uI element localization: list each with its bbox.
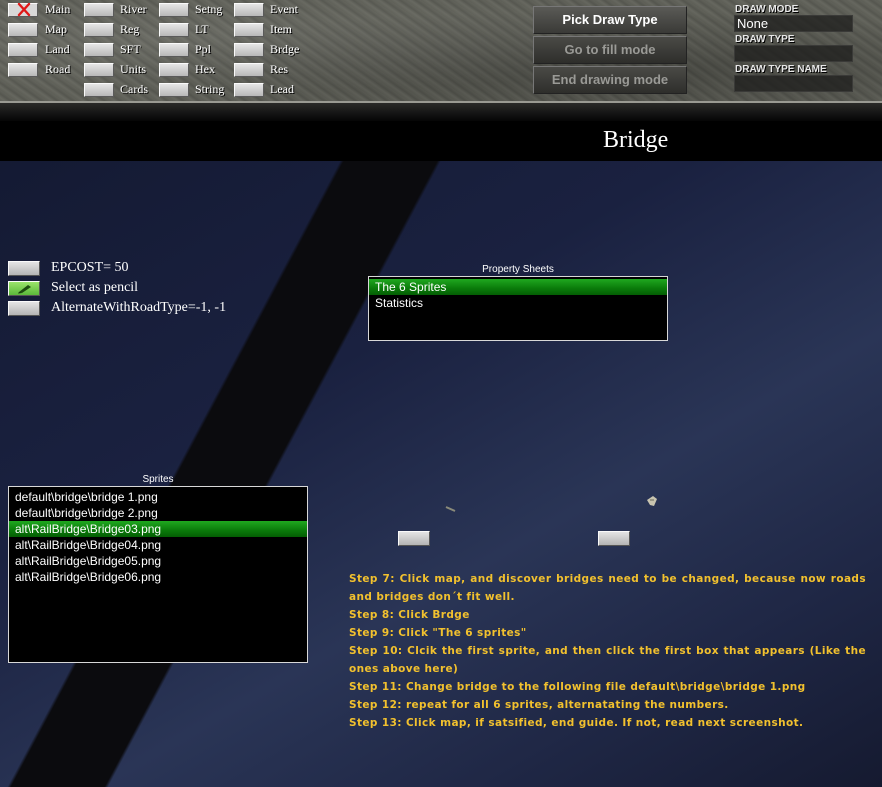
alternate-road-type-label: AlternateWithRoadType=-1, -1 [51, 300, 227, 315]
road-button[interactable] [8, 63, 38, 77]
property-sheet-item[interactable]: The 6 Sprites [369, 279, 667, 295]
hex-button[interactable] [159, 63, 189, 77]
units-label: Units [120, 62, 147, 76]
sprite-item[interactable]: alt\RailBridge\Bridge06.png [9, 569, 307, 585]
map-button[interactable] [8, 23, 38, 37]
brdge-button[interactable] [234, 43, 264, 57]
guide-step: Step 9: Click "The 6 sprites" [349, 627, 527, 639]
reg-label: Reg [120, 22, 140, 36]
property-sheet-item[interactable]: Statistics [369, 295, 667, 311]
sprites-title: Sprites [142, 474, 174, 485]
draw-mode-label: DRAW MODE [735, 4, 799, 15]
string-button[interactable] [159, 83, 189, 97]
draw-type-value [734, 45, 853, 62]
main-label: Main [45, 2, 71, 16]
draw-type-label: DRAW TYPE [735, 34, 795, 45]
lt-button[interactable] [159, 23, 189, 37]
land-label: Land [45, 42, 70, 56]
event-label: Event [270, 2, 298, 16]
alternate-road-type-button[interactable] [8, 301, 40, 316]
pick-draw-type-button[interactable]: Pick Draw Type [533, 6, 687, 34]
reg-button[interactable] [84, 23, 114, 37]
sprite-item[interactable]: alt\RailBridge\Bridge04.png [9, 537, 307, 553]
road-label: Road [45, 62, 71, 76]
lt-label: LT [195, 22, 209, 36]
sprite-item[interactable]: default\bridge\bridge 1.png [9, 489, 307, 505]
select-as-pencil-button[interactable] [8, 281, 40, 296]
draw-type-name-value [734, 75, 853, 92]
sft-button[interactable] [84, 43, 114, 57]
go-to-fill-mode-button[interactable]: Go to fill mode [533, 36, 687, 64]
ppl-button[interactable] [159, 43, 189, 57]
river-button[interactable] [84, 3, 114, 17]
ppl-label: Ppl [195, 42, 212, 56]
sprite-slot-2-button[interactable] [598, 531, 630, 546]
select-as-pencil-label: Select as pencil [51, 280, 139, 295]
river-label: River [120, 2, 147, 16]
pencil-icon [18, 285, 31, 294]
lead-label: Lead [270, 82, 294, 96]
sprites-list[interactable]: default\bridge\bridge 1.png default\brid… [8, 486, 308, 663]
cards-label: Cards [120, 82, 148, 96]
property-sheets-title: Property Sheets [482, 264, 554, 275]
res-label: Res [270, 62, 288, 76]
main-close-button[interactable] [8, 3, 38, 17]
item-label: Item [270, 22, 292, 36]
draw-type-name-label: DRAW TYPE NAME [735, 64, 827, 75]
cards-button[interactable] [84, 83, 114, 97]
guide-step: Step 13: Click map, if satsified, end gu… [349, 717, 804, 729]
page-title: Bridge [603, 127, 669, 153]
sprite-item[interactable]: alt\RailBridge\Bridge05.png [9, 553, 307, 569]
close-icon [17, 3, 31, 17]
hex-label: Hex [195, 62, 215, 76]
guide-step: Step 12: repeat for all 6 sprites, alter… [349, 699, 729, 711]
top-toolbar: Main Map Land Road River Reg SFT Units C… [0, 0, 882, 101]
guide-steps: Step 7: Click map, and discover bridges … [349, 570, 866, 732]
land-button[interactable] [8, 43, 38, 57]
end-drawing-mode-button[interactable]: End drawing mode [533, 66, 687, 94]
guide-step: Step 10: Clcik the first sprite, and the… [349, 645, 866, 675]
bridge-sprite-preview-2 [647, 496, 657, 506]
sprite-item[interactable]: alt\RailBridge\Bridge03.png [9, 521, 307, 537]
units-button[interactable] [84, 63, 114, 77]
sft-label: SFT [120, 42, 141, 56]
epcost-button[interactable] [8, 261, 40, 276]
guide-step: Step 7: Click map, and discover bridges … [349, 573, 866, 603]
toolbar-shadow [0, 103, 882, 121]
epcost-label: EPCOST= 50 [51, 260, 129, 275]
res-button[interactable] [234, 63, 264, 77]
event-button[interactable] [234, 3, 264, 17]
guide-step: Step 8: Click Brdge [349, 609, 470, 621]
bridge-sprite-preview-1 [445, 506, 456, 512]
map-label: Map [45, 22, 67, 36]
lead-button[interactable] [234, 83, 264, 97]
property-sheets-list[interactable]: The 6 Sprites Statistics [368, 276, 668, 341]
brdge-label: Brdge [270, 42, 300, 56]
sprite-slot-1-button[interactable] [398, 531, 430, 546]
draw-mode-value: None [734, 15, 853, 32]
string-label: String [195, 82, 225, 96]
guide-step: Step 11: Change bridge to the following … [349, 681, 806, 693]
setng-button[interactable] [159, 3, 189, 17]
item-button[interactable] [234, 23, 264, 37]
setng-label: Setng [195, 2, 223, 16]
sprite-item[interactable]: default\bridge\bridge 2.png [9, 505, 307, 521]
